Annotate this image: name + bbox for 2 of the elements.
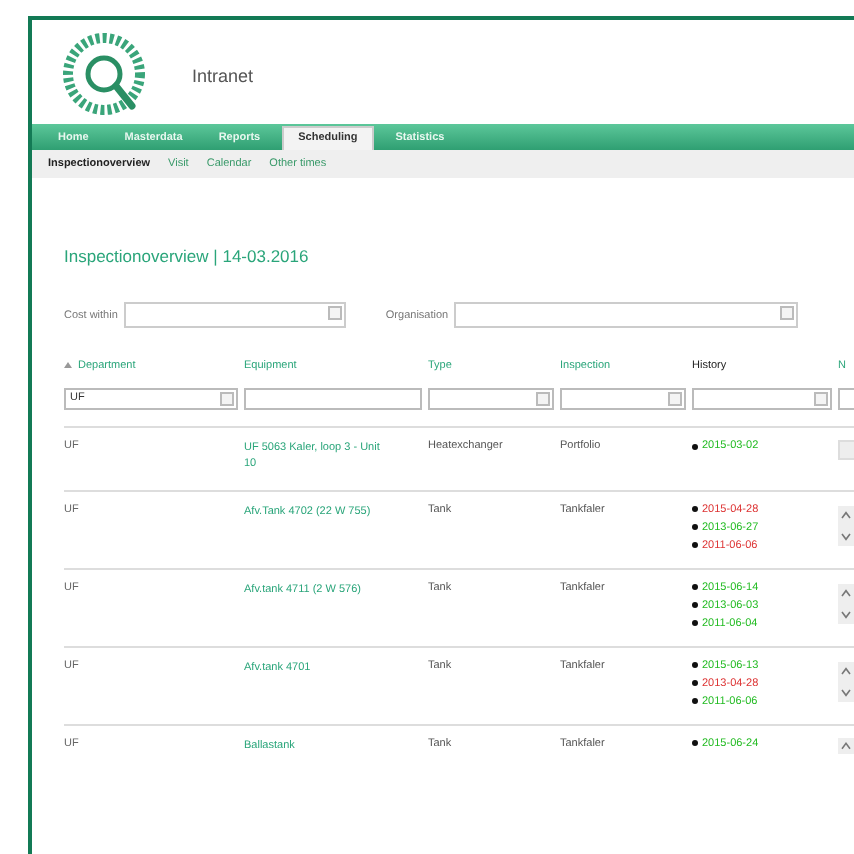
page-title: Inspectionoverview | 14-03.2016: [62, 244, 311, 266]
site-title: Intranet: [192, 66, 254, 86]
